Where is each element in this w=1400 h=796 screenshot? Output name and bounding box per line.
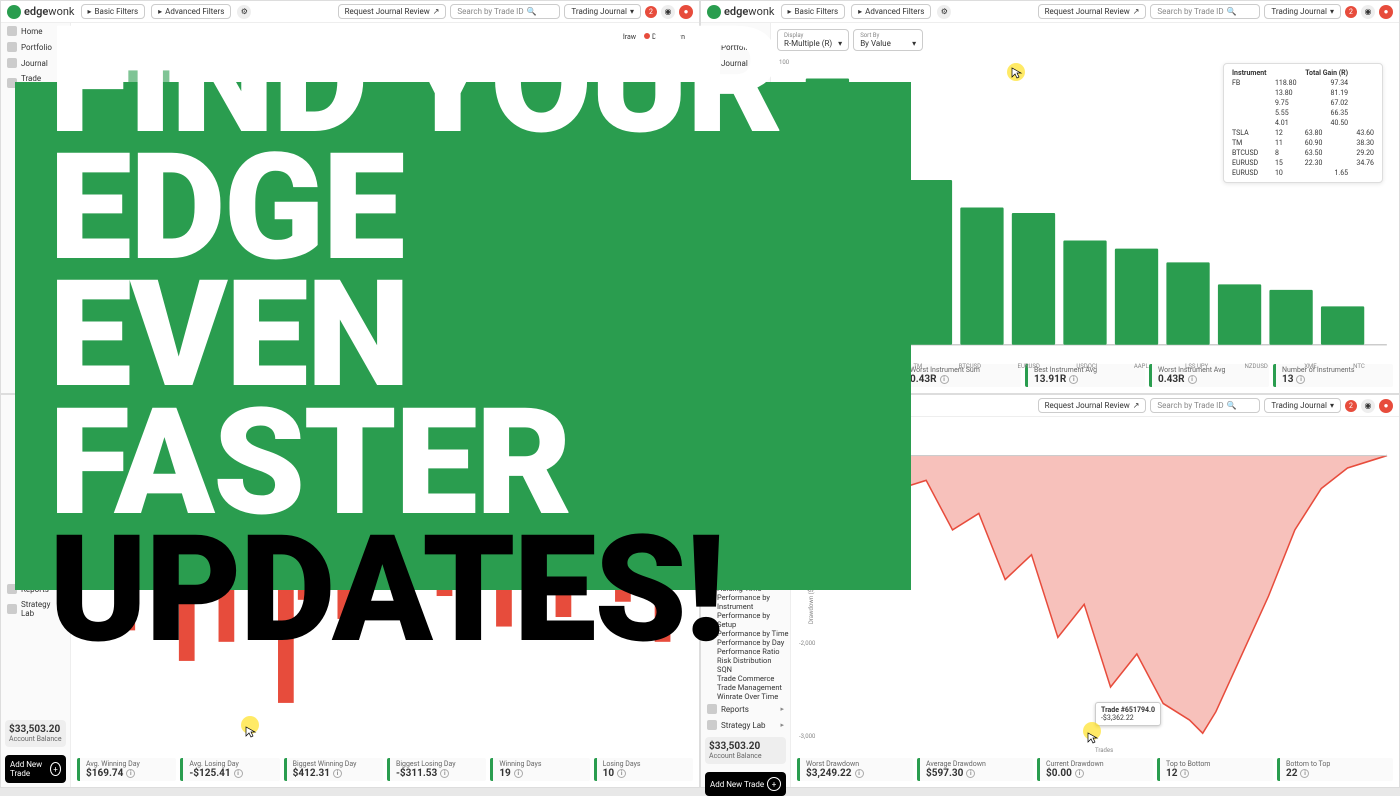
info-icon[interactable]: i <box>617 769 626 778</box>
stat-card: Losing Days10 i <box>594 758 693 781</box>
plus-icon: + <box>767 777 781 791</box>
alert-icon[interactable]: ● <box>1379 5 1393 19</box>
sidebar-item-strategy-lab[interactable]: Strategy Lab▸ <box>701 717 790 733</box>
alert-icon[interactable]: ● <box>1379 399 1393 413</box>
stat-card: Current Drawdown$0.00 i <box>1037 758 1153 781</box>
sidebar-sub-winrate-over-time[interactable]: Winrate Over Time <box>701 692 790 701</box>
info-icon[interactable]: i <box>514 769 523 778</box>
home-icon <box>7 26 17 36</box>
chevron-right-icon: ▸ <box>780 705 784 713</box>
info-icon[interactable]: i <box>1188 375 1197 384</box>
cursor-icon <box>245 726 257 738</box>
portfolio-icon <box>7 42 17 52</box>
info-icon[interactable]: i <box>1296 375 1305 384</box>
info-icon[interactable]: i <box>333 769 342 778</box>
user-icon[interactable]: ◉ <box>1361 5 1375 19</box>
info-icon[interactable]: i <box>126 769 135 778</box>
stat-card: Worst Drawdown$3,249.22 i <box>797 758 913 781</box>
promo-banner: FIND YOUR EDGE EVEN FASTER UPDATES! <box>15 82 911 590</box>
banner-line-1: FIND YOUR EDGE <box>49 18 877 273</box>
basic-filters-button[interactable]: ▸ Basic Filters <box>781 4 846 19</box>
drawdown-tooltip: Trade #651794.0-$3,362.22 <box>1095 702 1161 726</box>
info-icon[interactable]: i <box>1075 769 1084 778</box>
advanced-filters-button[interactable]: ▸ Advanced Filters <box>851 4 931 19</box>
cursor-icon <box>1011 67 1023 79</box>
x-axis-label: Trades <box>1095 747 1113 754</box>
info-icon[interactable]: i <box>440 769 449 778</box>
cursor-icon <box>1087 732 1099 744</box>
user-icon[interactable]: ◉ <box>1361 399 1375 413</box>
logo-icon <box>7 5 21 19</box>
stat-card: Top to Bottom12 i <box>1157 758 1273 781</box>
info-icon[interactable]: i <box>1180 769 1189 778</box>
journal-select[interactable]: Trading Journal ▾ <box>1264 398 1341 413</box>
chevron-down-icon: ▾ <box>912 39 916 48</box>
stat-card: Winning Days19 i <box>490 758 589 781</box>
stat-card: Biggest Losing Day-$311.53 i <box>387 758 486 781</box>
search-input[interactable]: Search by Trade ID 🔍 <box>1150 398 1260 413</box>
strategy-icon <box>7 604 17 614</box>
request-review-link[interactable]: Request Journal Review ↗ <box>1038 398 1147 413</box>
request-review-link[interactable]: Request Journal Review ↗ <box>1038 4 1147 19</box>
reports-icon <box>707 704 717 714</box>
info-icon[interactable]: i <box>855 769 864 778</box>
settings-icon[interactable]: ⚙ <box>937 5 951 19</box>
journal-icon <box>7 58 17 68</box>
search-input[interactable]: Search by Trade ID 🔍 <box>1150 4 1260 19</box>
banner-line-2: EVEN FASTER <box>49 272 877 527</box>
notification-badge[interactable]: 2 <box>1345 6 1357 18</box>
info-icon[interactable]: i <box>1069 375 1078 384</box>
info-icon[interactable]: i <box>940 375 949 384</box>
stat-card: Bottom to Top22 i <box>1277 758 1393 781</box>
stat-card: Biggest Winning Day$412.31 i <box>284 758 383 781</box>
account-balance-card: $33,503.20 Account Balance <box>705 737 786 764</box>
info-icon[interactable]: i <box>966 769 975 778</box>
notification-badge[interactable]: 2 <box>1345 400 1357 412</box>
strategy-icon <box>707 720 717 730</box>
instrument-table-tooltip: InstrumentTotal Gain (R)FB118.8097.3413.… <box>1223 63 1383 183</box>
stat-card: Avg. Winning Day$169.74 i <box>77 758 176 781</box>
account-balance-card: $33,503.20 Account Balance <box>5 720 66 747</box>
journal-select[interactable]: Trading Journal ▾ <box>1264 4 1341 19</box>
sidebar-item-reports[interactable]: Reports▸ <box>701 701 790 717</box>
chevron-right-icon: ▸ <box>780 721 784 729</box>
add-new-trade-button[interactable]: Add New Trade+ <box>5 755 66 783</box>
stat-card: Average Drawdown$597.30 i <box>917 758 1033 781</box>
sidebar-sub-trade-management[interactable]: Trade Management <box>701 683 790 692</box>
stat-card: Avg. Losing Day-$125.41 i <box>180 758 279 781</box>
info-icon[interactable]: i <box>234 769 243 778</box>
plus-icon: + <box>50 762 61 776</box>
banner-line-3: UPDATES! <box>49 527 877 654</box>
info-icon[interactable]: i <box>1300 769 1309 778</box>
add-new-trade-button[interactable]: Add New Trade+ <box>705 772 786 796</box>
